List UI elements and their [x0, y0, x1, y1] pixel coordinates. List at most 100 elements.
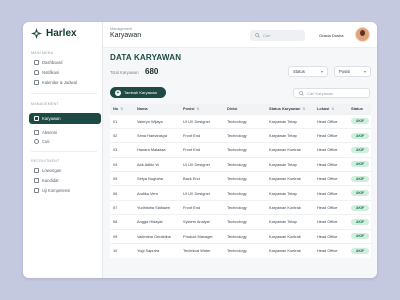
table-cell: Karyawan Kontrak — [266, 199, 314, 215]
status-badge[interactable]: AKIF — [351, 132, 370, 139]
employee-name: Andika Vero — [137, 190, 158, 196]
status-badge[interactable]: AKIF — [351, 161, 370, 168]
status-badge[interactable]: AKIF — [351, 190, 370, 197]
table-cell: 09 — [110, 228, 134, 244]
table-cell: 02 — [110, 127, 134, 143]
status-badge[interactable]: AKIF — [351, 233, 370, 240]
sidebar-item-cuti[interactable]: Cuti — [31, 137, 101, 145]
employee-name: Yogi Saputra — [137, 248, 160, 254]
table-cell: Technology — [224, 127, 266, 143]
table-cell: Karyawan Tetap — [266, 185, 314, 201]
posisi-filter-select[interactable]: Posisi ▾ — [334, 66, 371, 77]
table-cell: Front End — [180, 142, 224, 158]
table-cell: 07 — [110, 199, 134, 215]
sidebar-item-kandidat[interactable]: Kandidat — [31, 176, 101, 184]
logo[interactable]: Harlex — [31, 28, 77, 39]
section-recruitment: RECRUITMENT — [31, 159, 60, 163]
calendar-icon — [34, 79, 39, 85]
employee-name: Yudhistira Slafiawri — [137, 205, 170, 211]
position: Front End — [183, 147, 201, 153]
table-cell: AKIF — [348, 214, 371, 230]
table-cell: Karyawan Kontrak — [266, 142, 314, 158]
column-header[interactable]: Status Karyawan ⇅ — [266, 104, 314, 114]
table-cell: Head Office — [314, 142, 348, 158]
sort-icon[interactable]: ⇅ — [120, 107, 123, 111]
status-badge[interactable]: AKIF — [351, 146, 370, 153]
position: Front End — [183, 133, 201, 139]
table-row[interactable]: 05 Setya Nugraha Back End Technology Karyawa… — [110, 171, 371, 186]
leave-icon — [34, 138, 39, 144]
user-name[interactable]: Gracia Dosha — [319, 33, 343, 38]
division: Technology — [227, 205, 247, 211]
table-row[interactable]: 03 Hanara Malaasa Front End Technology Karya… — [110, 142, 371, 158]
sidebar-item-karyawan[interactable]: Karyawan — [29, 113, 101, 124]
table-row[interactable]: 08 Angga Hidayat System Analyst Technology K… — [110, 214, 371, 230]
table-row[interactable]: 04 Abk Aditio W UI UX Designer Technology Ka… — [110, 156, 371, 172]
sidebar-item-dashboard[interactable]: Dashboard — [31, 58, 101, 66]
sidebar: Harlex MAIN MENU Dashboard Notifikasi Ka… — [23, 22, 103, 278]
column-header[interactable]: Status — [348, 104, 371, 114]
table-cell: Karyawan Tetap — [266, 127, 314, 143]
column-header[interactable]: Posisi ⇅ — [180, 104, 224, 114]
table-cell: Technology — [224, 156, 266, 172]
status-badge[interactable]: AKIF — [351, 247, 370, 254]
status-badge[interactable]: AKIF — [351, 218, 370, 225]
sort-icon[interactable]: ⇅ — [331, 107, 334, 111]
section-management: MANAGEMENT — [31, 102, 59, 106]
column-header[interactable]: No ⇅ — [110, 104, 134, 114]
column-header[interactable]: Lokasi ⇅ — [314, 104, 348, 114]
sidebar-item-uji-kompetensi[interactable]: Uji Kompetensi — [31, 186, 101, 194]
dashboard-icon — [34, 59, 39, 65]
row-number: 02 — [113, 133, 118, 139]
table-row[interactable]: 01 Valeryn Wijaya UI UX Designer Technology… — [110, 113, 371, 129]
table-cell: Karyawan Kontrak — [266, 171, 314, 186]
employee-name: Valentina Geraldine — [137, 233, 171, 239]
sort-icon[interactable]: ⇅ — [302, 107, 305, 111]
table-cell: Product Manager — [180, 228, 224, 244]
section-main-menu: MAIN MENU — [31, 51, 54, 55]
sidebar-item-absensi[interactable]: Absensi — [31, 128, 101, 136]
sidebar-item-lowongan[interactable]: Lowongan — [31, 166, 101, 174]
table-row[interactable]: 10 Yogi Saputra Technical Writer Technology… — [110, 243, 371, 258]
location: Head Office — [317, 248, 338, 254]
employee-search-input[interactable]: Cari Karyawan — [293, 88, 370, 98]
global-search-input[interactable]: Cari — [250, 30, 305, 41]
table-cell: Andika Vero — [134, 185, 180, 201]
table-cell: 06 — [110, 185, 134, 201]
table-cell: Front End — [180, 127, 224, 143]
status-badge[interactable]: AKIF — [351, 175, 370, 182]
sidebar-item-label: Lowongan — [42, 167, 62, 173]
status-badge[interactable]: AKIF — [351, 118, 370, 125]
position: System Analyst — [183, 219, 210, 225]
row-number: 10 — [113, 248, 118, 254]
table-cell: Technology — [224, 199, 266, 215]
table-row[interactable]: 06 Andika Vero UI UX Designer Technology Kar… — [110, 185, 371, 201]
employee-name: Angga Hidayat — [137, 219, 163, 225]
table-row[interactable]: 09 Valentina Geraldine Product Manager Tech… — [110, 228, 371, 244]
add-employee-button[interactable]: + Tambah Karyawan — [110, 87, 166, 98]
table-cell: Technology — [224, 214, 266, 230]
table-cell: UI UX Designer — [180, 156, 224, 172]
table-row[interactable]: 02 Sena Hamarasya Front End Technology Karya… — [110, 127, 371, 143]
row-number: 04 — [113, 161, 118, 167]
table-cell: Head Office — [314, 199, 348, 215]
column-header[interactable]: Nama — [134, 104, 180, 114]
sidebar-item-notifikasi[interactable]: Notifikasi — [31, 68, 101, 76]
status-filter-select[interactable]: Status ▾ — [288, 66, 328, 77]
table-cell: 01 — [110, 113, 134, 129]
table-cell: 04 — [110, 156, 134, 172]
sidebar-item-kalender[interactable]: Kalender & Jadwal — [31, 78, 101, 86]
sort-icon[interactable]: ⇅ — [196, 107, 199, 111]
table-cell: AKIF — [348, 127, 371, 143]
table-cell: Technology — [224, 243, 266, 258]
status-badge[interactable]: AKIF — [351, 204, 370, 211]
table-row[interactable]: 07 Yudhistira Slafiawri Front End Technolog… — [110, 199, 371, 215]
avatar[interactable] — [355, 27, 370, 42]
column-header[interactable]: Divisi — [224, 104, 266, 114]
table-cell: Technology — [224, 171, 266, 186]
breadcrumb[interactable]: Management — [110, 27, 132, 31]
sidebar-item-label: Kandidat — [42, 177, 59, 183]
total-value: 680 — [145, 67, 159, 76]
page-heading: Karyawan — [110, 32, 142, 39]
location: Head Office — [317, 233, 338, 239]
